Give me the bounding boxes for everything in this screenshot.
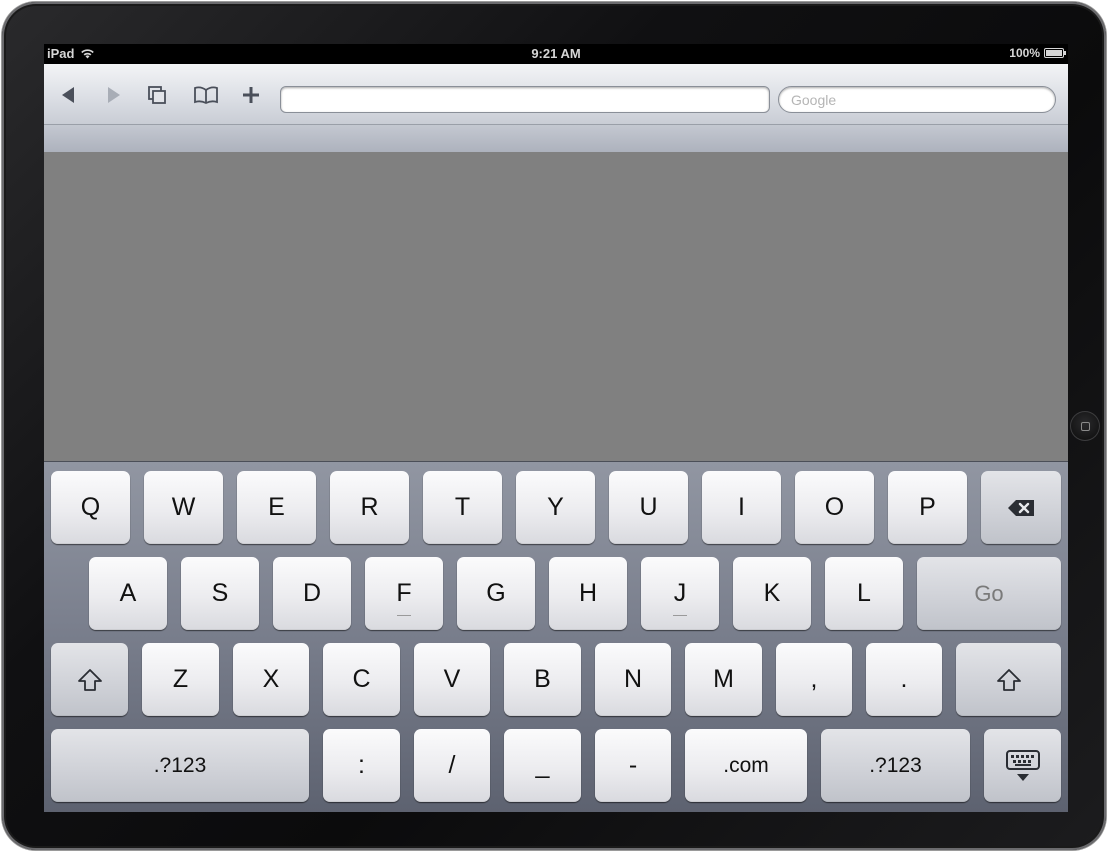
delete-key[interactable] [981,471,1061,544]
page-content[interactable] [44,152,1068,461]
numbers-key-left[interactable]: .?123 [51,729,309,802]
key-p[interactable]: P [888,471,967,544]
key-colon[interactable]: : [323,729,400,802]
battery-icon [1044,48,1066,58]
add-icon[interactable] [235,80,267,110]
url-input[interactable] [280,86,770,113]
key-j-label: J [673,579,687,607]
key-y[interactable]: Y [516,471,595,544]
key-d[interactable]: D [273,557,351,630]
key-t[interactable]: T [423,471,502,544]
bookmarks-icon[interactable] [190,80,222,110]
browser-toolbar: Google [44,64,1068,125]
key-comma[interactable]: , [776,643,852,716]
shift-key-right[interactable] [956,643,1061,716]
back-arrow-icon[interactable] [52,80,84,110]
key-r[interactable]: R [330,471,409,544]
status-time: 9:21 AM [531,46,581,61]
ipad-device: iPad 9:21 AM 100% Google Q W E R T Y U I… [2,2,1106,850]
hide-keyboard-key[interactable] [984,729,1061,802]
key-dotcom[interactable]: .com [685,729,807,802]
keyboard-hide-icon [1005,749,1040,781]
key-underscore[interactable]: _ [504,729,581,802]
screen: iPad 9:21 AM 100% Google Q W E R T Y U I… [44,44,1068,812]
home-row-mark [397,615,411,616]
shift-icon [996,668,1021,691]
key-f[interactable]: F [365,557,443,630]
backspace-icon [1008,499,1034,516]
home-button[interactable] [1070,411,1100,441]
key-a[interactable]: A [89,557,167,630]
key-slash[interactable]: / [414,729,490,802]
key-h[interactable]: H [549,557,627,630]
key-period[interactable]: . [866,643,942,716]
key-v[interactable]: V [414,643,490,716]
key-f-label: F [396,579,412,607]
key-e[interactable]: E [237,471,316,544]
key-x[interactable]: X [233,643,309,716]
home-square-icon [1081,422,1090,431]
key-q[interactable]: Q [51,471,130,544]
home-row-mark [673,615,687,616]
key-g[interactable]: G [457,557,535,630]
on-screen-keyboard: Q W E R T Y U I O P A S D F G H J K L Go… [44,461,1068,812]
key-l[interactable]: L [825,557,903,630]
key-b[interactable]: B [504,643,581,716]
battery-percent: 100% [1009,46,1040,60]
shift-icon [77,668,102,691]
key-z[interactable]: Z [142,643,219,716]
key-w[interactable]: W [144,471,223,544]
key-u[interactable]: U [609,471,688,544]
search-input[interactable]: Google [778,86,1056,113]
key-k[interactable]: K [733,557,811,630]
key-dash[interactable]: - [595,729,671,802]
forward-arrow-icon[interactable] [98,80,130,110]
key-s[interactable]: S [181,557,259,630]
key-j[interactable]: J [641,557,719,630]
numbers-key-right[interactable]: .?123 [821,729,970,802]
bookmarks-bar [44,125,1068,153]
key-c[interactable]: C [323,643,400,716]
key-o[interactable]: O [795,471,874,544]
shift-key-left[interactable] [51,643,128,716]
go-key[interactable]: Go [917,557,1061,630]
key-n[interactable]: N [595,643,671,716]
status-bar: iPad 9:21 AM 100% [44,44,1068,64]
status-right: 100% [1009,46,1066,60]
pages-icon[interactable] [141,80,173,110]
key-i[interactable]: I [702,471,781,544]
key-m[interactable]: M [685,643,762,716]
